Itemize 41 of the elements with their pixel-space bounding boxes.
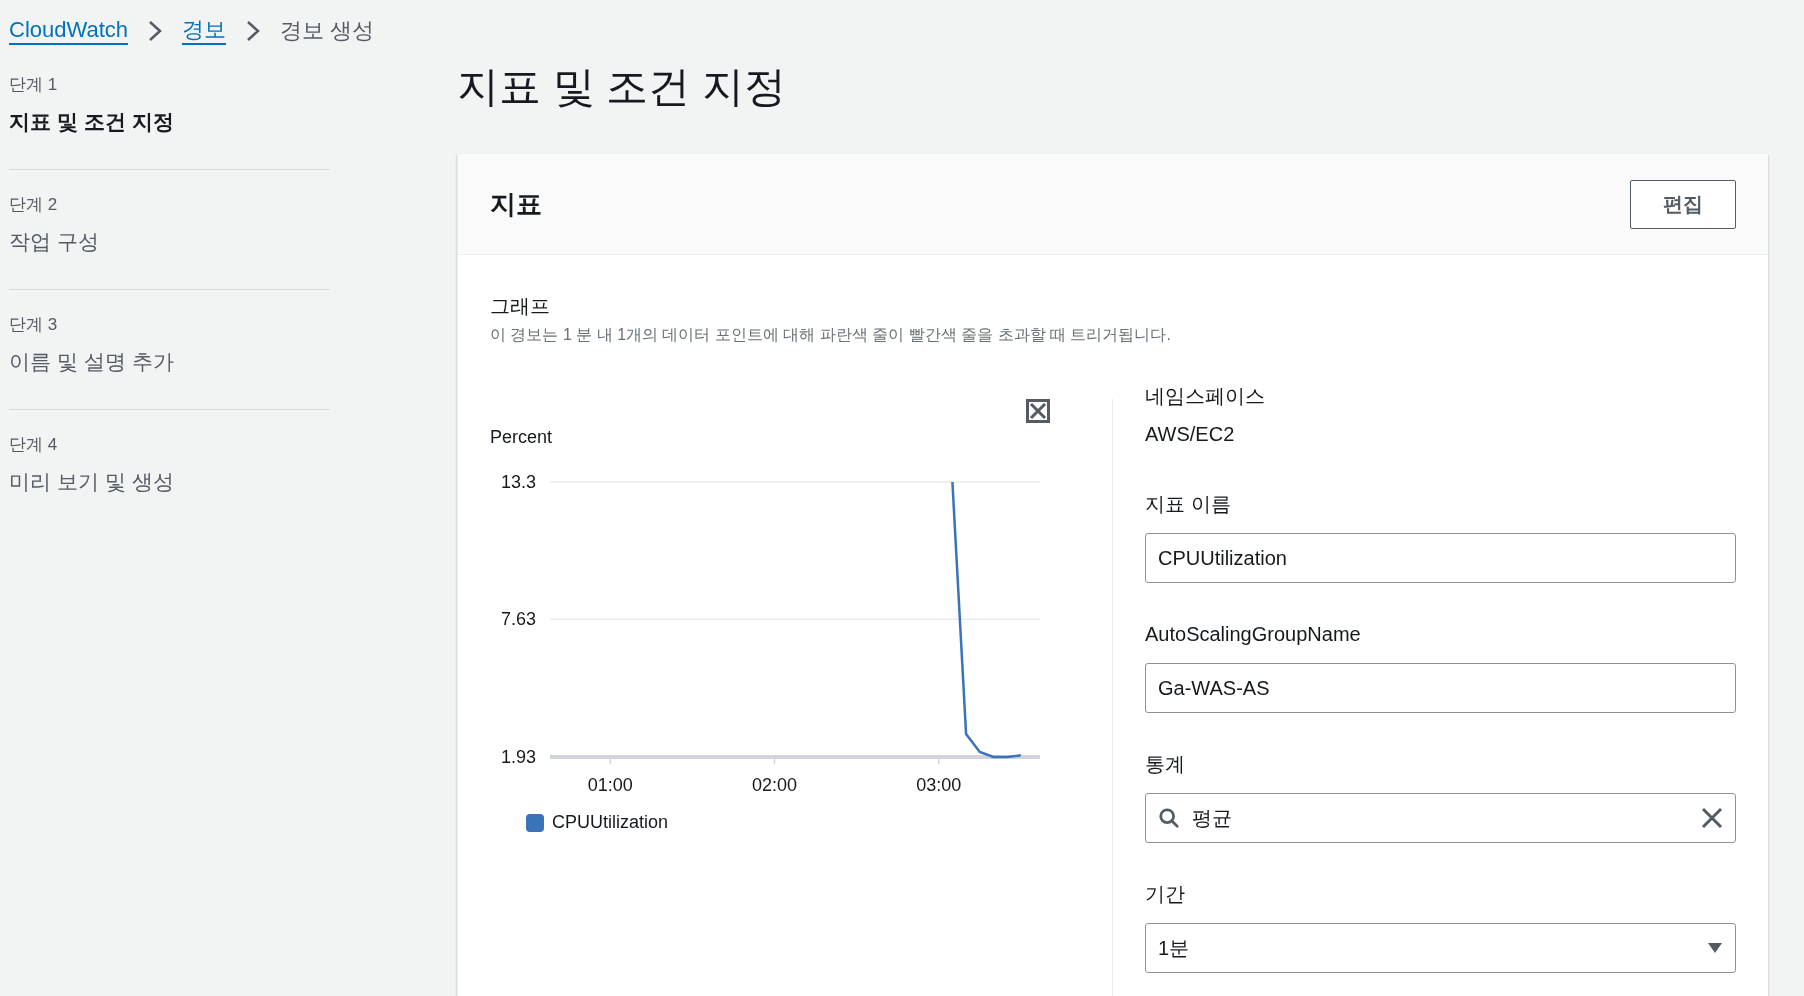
breadcrumb-link[interactable]: CloudWatch (9, 17, 128, 45)
step-title[interactable]: 이름 및 설명 추가 (9, 345, 330, 377)
x-tick-label: 01:00 (587, 775, 633, 795)
expand-icon[interactable] (1026, 399, 1050, 423)
y-tick-label: 1.93 (500, 747, 536, 767)
x-tick-label: 02:00 (751, 775, 797, 795)
search-field[interactable]: 평균 (1145, 793, 1736, 843)
step-title[interactable]: 미리 보기 및 생성 (9, 465, 330, 497)
panel-title: 지표 (490, 187, 542, 221)
graph-description: 이 경보는 1 분 내 1개의 데이터 포인트에 대해 파란색 줄이 빨간색 줄을 초과할 때 트리거됩니다. (490, 325, 1172, 345)
step-number: 단계 3 (9, 314, 59, 336)
y-axis-label: Percent (490, 427, 553, 447)
step-title[interactable]: 지표 및 조건 지정 (9, 105, 330, 137)
input-field[interactable]: Ga-WAS-AS (1145, 663, 1736, 713)
edit-button[interactable]: 편집 (1630, 179, 1736, 229)
x-tick-label: 03:00 (916, 775, 962, 795)
namespace-value: AWS/EC2 (1145, 422, 1236, 447)
field-label: 네임스페이스 (1145, 384, 1266, 409)
y-tick-label: 7.63 (500, 609, 536, 630)
y-tick-label: 13.3 (500, 472, 536, 492)
caret-icon (1707, 942, 1723, 954)
breadcrumb-current: 경보 생성 (280, 18, 375, 44)
breadcrumb-link[interactable]: 경보 (182, 17, 226, 45)
input-field[interactable]: CPUUtilization (1145, 533, 1736, 583)
legend-swatch (526, 813, 544, 832)
step-title[interactable]: 작업 구성 (9, 225, 330, 257)
field-label: 지표 이름 (1145, 492, 1232, 517)
page-title: 지표 및 조건 지정 (457, 62, 787, 112)
legend-label: CPUUtilization (552, 811, 669, 834)
chevron-right-icon (148, 20, 162, 42)
field-label: 기간 (1145, 882, 1186, 907)
field-label: AutoScalingGroupName (1145, 622, 1362, 647)
step-number: 단계 1 (9, 74, 59, 96)
search-icon (1158, 807, 1180, 829)
step-number: 단계 4 (9, 434, 59, 456)
chevron-right-icon (246, 20, 260, 42)
select-dropdown[interactable]: 1분 (1145, 923, 1736, 973)
field-label: 통계 (1145, 752, 1186, 777)
close-icon[interactable] (1701, 807, 1723, 829)
step-number: 단계 2 (9, 194, 59, 216)
graph-label: 그래프 (490, 294, 551, 319)
